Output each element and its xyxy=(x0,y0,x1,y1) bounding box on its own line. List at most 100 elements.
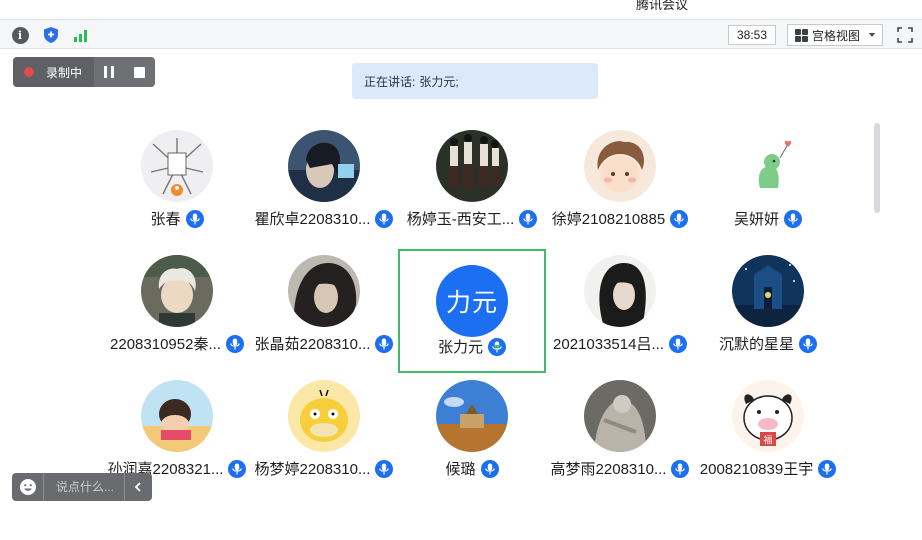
participant-name: 吴妍妍 xyxy=(733,211,779,228)
mic-icon[interactable] xyxy=(668,334,687,353)
participant-avatar xyxy=(732,255,804,327)
participant-avatar xyxy=(584,255,656,327)
participant-nameplate: 杨梦婷2208310... xyxy=(250,458,398,479)
participant-name: 杨婷玉-西安工... xyxy=(406,211,515,228)
participant-tile[interactable]: 张晶茹2208310... xyxy=(250,250,398,374)
recording-status[interactable]: 录制中 xyxy=(13,57,94,87)
participant-name: 瞿欣卓2208310... xyxy=(254,211,371,228)
participant-tile[interactable]: 沉默的星星 xyxy=(694,250,842,374)
participant-tile[interactable]: 吴妍妍 xyxy=(694,125,842,249)
participant-avatar: 力元 xyxy=(436,265,508,337)
participant-name: 2021033514吕... xyxy=(553,336,664,353)
stop-recording-button[interactable] xyxy=(124,57,154,87)
vertical-scrollbar[interactable] xyxy=(874,123,880,213)
record-dot-icon xyxy=(24,67,34,77)
mic-icon[interactable] xyxy=(480,459,499,478)
mic-icon[interactable] xyxy=(228,459,247,478)
participant-avatar: 福 xyxy=(732,380,804,452)
pause-recording-button[interactable] xyxy=(94,57,124,87)
participant-name: 徐婷2108210885 xyxy=(551,211,666,228)
participant-avatar xyxy=(141,380,213,452)
participant-nameplate: 瞿欣卓2208310... xyxy=(250,208,398,229)
mic-active-icon[interactable] xyxy=(488,337,506,356)
participant-nameplate: 沉默的星星 xyxy=(694,333,842,354)
mic-icon[interactable] xyxy=(784,209,802,228)
view-mode-label: 宫格视图 xyxy=(812,28,861,43)
participant-avatar xyxy=(288,255,360,327)
signal-icon[interactable] xyxy=(71,25,91,45)
mic-icon[interactable] xyxy=(670,209,689,228)
mic-icon[interactable] xyxy=(225,334,244,353)
mic-icon[interactable] xyxy=(519,209,538,228)
mic-icon[interactable] xyxy=(818,459,837,478)
shield-icon[interactable] xyxy=(41,25,61,45)
participant-name: 2008210839王宇 xyxy=(699,461,814,478)
speaking-name: 张力元; xyxy=(419,74,459,89)
participant-nameplate: 张春 xyxy=(103,208,251,229)
participant-nameplate: 张力元 xyxy=(400,336,544,357)
chat-input[interactable] xyxy=(44,473,124,501)
participant-tile[interactable]: 福 2008210839王宇 xyxy=(694,375,842,499)
participant-name: 张力元 xyxy=(437,339,483,356)
participant-avatar xyxy=(141,255,213,327)
mic-icon[interactable] xyxy=(375,459,394,478)
participant-tile[interactable]: 张春 xyxy=(103,125,251,249)
participant-name: 候璐 xyxy=(445,461,476,478)
speaking-banner: 正在讲话: 张力元; xyxy=(352,63,598,99)
participant-name: 高梦雨2208310... xyxy=(550,461,667,478)
mic-icon[interactable] xyxy=(375,334,394,353)
participant-tile[interactable]: 2208310952秦... xyxy=(103,250,251,374)
avatar-fu-char: 福 xyxy=(763,434,772,446)
fullscreen-icon[interactable] xyxy=(896,26,914,44)
participant-name: 张春 xyxy=(150,211,181,228)
participant-tile[interactable]: 候璐 xyxy=(398,375,546,499)
grid-icon xyxy=(795,28,808,42)
participant-avatar xyxy=(288,130,360,202)
participant-nameplate: 2208310952秦... xyxy=(103,333,251,354)
participant-tile[interactable]: 瞿欣卓2208310... xyxy=(250,125,398,249)
participant-nameplate: 杨婷玉-西安工... xyxy=(398,208,546,229)
collapse-arrow-icon[interactable] xyxy=(124,473,150,501)
recording-control: 录制中 xyxy=(13,57,155,87)
recording-label: 录制中 xyxy=(46,65,83,80)
participant-avatar xyxy=(584,380,656,452)
participant-name: 2208310952秦... xyxy=(110,336,221,353)
title-bar: 腾讯会议 xyxy=(0,0,922,19)
window-title: 腾讯会议 xyxy=(636,0,689,12)
participant-name: 张晶茹2208310... xyxy=(254,336,371,353)
participant-avatar xyxy=(141,130,213,202)
participant-tile[interactable]: 2021033514吕... xyxy=(546,250,694,374)
participant-avatar xyxy=(584,130,656,202)
participant-avatar xyxy=(436,130,508,202)
participant-nameplate: 候璐 xyxy=(398,458,546,479)
participant-name: 杨梦婷2208310... xyxy=(254,461,371,478)
participant-tile[interactable]: 杨婷玉-西安工... xyxy=(398,125,546,249)
mic-icon[interactable] xyxy=(671,459,690,478)
info-icon[interactable]: i xyxy=(10,25,30,45)
speaking-prefix: 正在讲话: xyxy=(364,74,416,89)
participant-avatar xyxy=(288,380,360,452)
participant-name: 沉默的星星 xyxy=(718,336,794,353)
view-mode-dropdown[interactable]: 宫格视图 xyxy=(787,24,883,46)
participant-nameplate: 张晶茹2208310... xyxy=(250,333,398,354)
participant-avatar xyxy=(436,380,508,452)
meeting-window: 腾讯会议 i 38:53 宫格视图 录制中 正在讲话: 张力元; 张春 瞿欣卓2… xyxy=(0,0,922,540)
participant-nameplate: 2008210839王宇 xyxy=(694,458,842,479)
meeting-timer: 38:53 xyxy=(728,25,776,45)
participant-tile-active-speaker[interactable]: 力元 张力元 xyxy=(398,249,546,373)
participant-nameplate: 2021033514吕... xyxy=(546,333,694,354)
top-toolbar: i 38:53 宫格视图 xyxy=(0,19,922,49)
participant-nameplate: 徐婷2108210885 xyxy=(546,208,694,229)
participant-tile[interactable]: 徐婷2108210885 xyxy=(546,125,694,249)
mic-icon[interactable] xyxy=(375,209,394,228)
mic-icon[interactable] xyxy=(799,334,817,353)
mic-icon[interactable] xyxy=(185,209,204,228)
participant-tile[interactable]: 杨梦婷2208310... xyxy=(250,375,398,499)
chevron-down-icon xyxy=(869,33,875,37)
participant-avatar xyxy=(732,130,804,202)
participant-tile[interactable]: 高梦雨2208310... xyxy=(546,375,694,499)
emoji-icon[interactable] xyxy=(12,473,44,501)
chat-bar xyxy=(12,473,152,501)
participant-nameplate: 吴妍妍 xyxy=(694,208,842,229)
participant-nameplate: 高梦雨2208310... xyxy=(546,458,694,479)
